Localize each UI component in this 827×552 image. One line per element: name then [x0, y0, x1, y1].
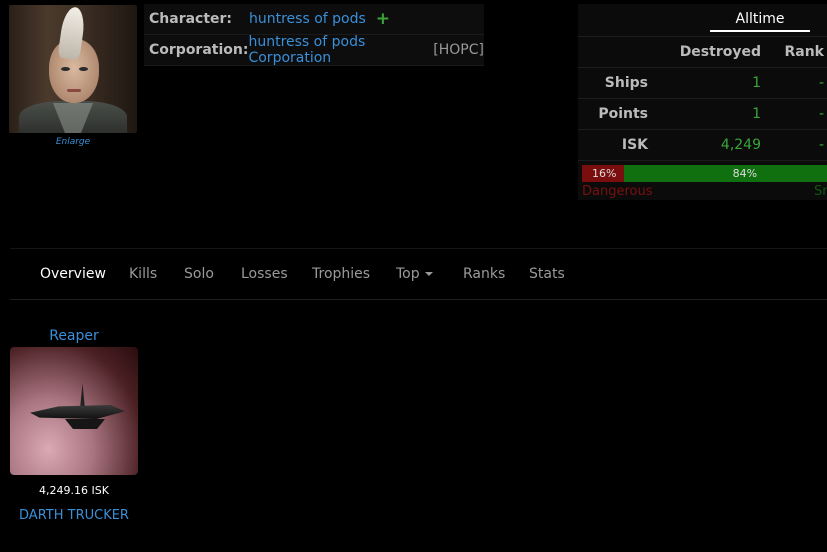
corporation-ticker: [HOPC] [429, 42, 484, 58]
stats-row-isk: ISK 4,249 - [578, 130, 827, 161]
page: Enlarge Character: huntress of pods + Co… [0, 0, 827, 552]
danger-ratio-bar: 16% 84% [582, 165, 827, 182]
nav-top-label: Top [396, 266, 420, 282]
ship-name-link[interactable]: Reaper [10, 328, 138, 344]
nav-stats[interactable]: Stats [529, 266, 565, 282]
stats-row-rank: - [818, 75, 824, 91]
character-label: Character: [149, 11, 233, 27]
stats-tabs: Alltime [578, 4, 827, 37]
nav-top-dropdown[interactable]: Top [396, 266, 433, 282]
nav-losses[interactable]: Losses [241, 266, 288, 282]
snuggly-bar-segment: 84% [623, 165, 827, 182]
portrait-mouth [67, 89, 81, 92]
plus-icon[interactable]: + [376, 9, 390, 29]
stats-header-rank: Rank [784, 44, 824, 60]
ship-image[interactable] [10, 347, 138, 475]
stats-row-label: ISK [621, 137, 648, 153]
stats-row-label: Ships [604, 75, 648, 91]
pilot-name-link[interactable]: DARTH TRUCKER [10, 508, 138, 523]
ship-wing [65, 419, 105, 429]
snuggly-label: Sn [814, 184, 827, 199]
stats-row-label: Points [598, 106, 648, 122]
stats-panel: Alltime Destroyed Rank Ships 1 - Points … [578, 4, 827, 200]
dangerous-label: Dangerous [582, 184, 653, 199]
ship-spike [80, 383, 85, 409]
tab-alltime[interactable]: Alltime [710, 11, 810, 32]
nav-ranks[interactable]: Ranks [463, 266, 505, 282]
corporation-name-link[interactable]: huntress of pods Corporation [248, 34, 428, 66]
stats-row-ships: Ships 1 - [578, 68, 827, 99]
nav-kills[interactable]: Kills [129, 266, 157, 282]
character-info-table: Character: huntress of pods + Corporatio… [144, 4, 484, 66]
main-nav: Overview Kills Solo Losses Trophies Top … [10, 248, 827, 300]
stats-header-row: Destroyed Rank [578, 37, 827, 68]
top-kill-card: Reaper 4,249.16 ISK DARTH TRUCKER [10, 328, 138, 523]
portrait-eye-right [79, 67, 88, 71]
stats-row-points: Points 1 - [578, 99, 827, 130]
kill-isk-value: 4,249.16 ISK [39, 484, 109, 497]
caret-down-icon [424, 272, 433, 276]
portrait-eye-left [61, 67, 70, 71]
danger-ratio-labels: Dangerous Sn [582, 182, 827, 200]
stats-row-rank: - [818, 137, 824, 153]
danger-bar-segment: 16% [582, 165, 624, 182]
stats-row-destroyed: 4,249 [720, 137, 761, 153]
corporation-row: Corporation: huntress of pods Corporatio… [144, 34, 484, 66]
stats-row-rank: - [818, 106, 824, 122]
corporation-ticker-text: [HOPC] [433, 42, 484, 58]
stats-row-destroyed: 1 [752, 75, 761, 91]
ship-hull [30, 405, 125, 419]
character-name-link[interactable]: huntress of pods [249, 11, 366, 27]
nav-trophies[interactable]: Trophies [312, 266, 370, 282]
stats-header-destroyed: Destroyed [679, 44, 761, 60]
corporation-label: Corporation: [149, 42, 249, 58]
nav-solo[interactable]: Solo [184, 266, 214, 282]
character-portrait[interactable] [9, 5, 137, 133]
enlarge-link[interactable]: Enlarge [9, 137, 137, 147]
stats-row-destroyed: 1 [752, 106, 761, 122]
character-row: Character: huntress of pods + [144, 4, 484, 35]
nav-overview[interactable]: Overview [40, 266, 106, 282]
